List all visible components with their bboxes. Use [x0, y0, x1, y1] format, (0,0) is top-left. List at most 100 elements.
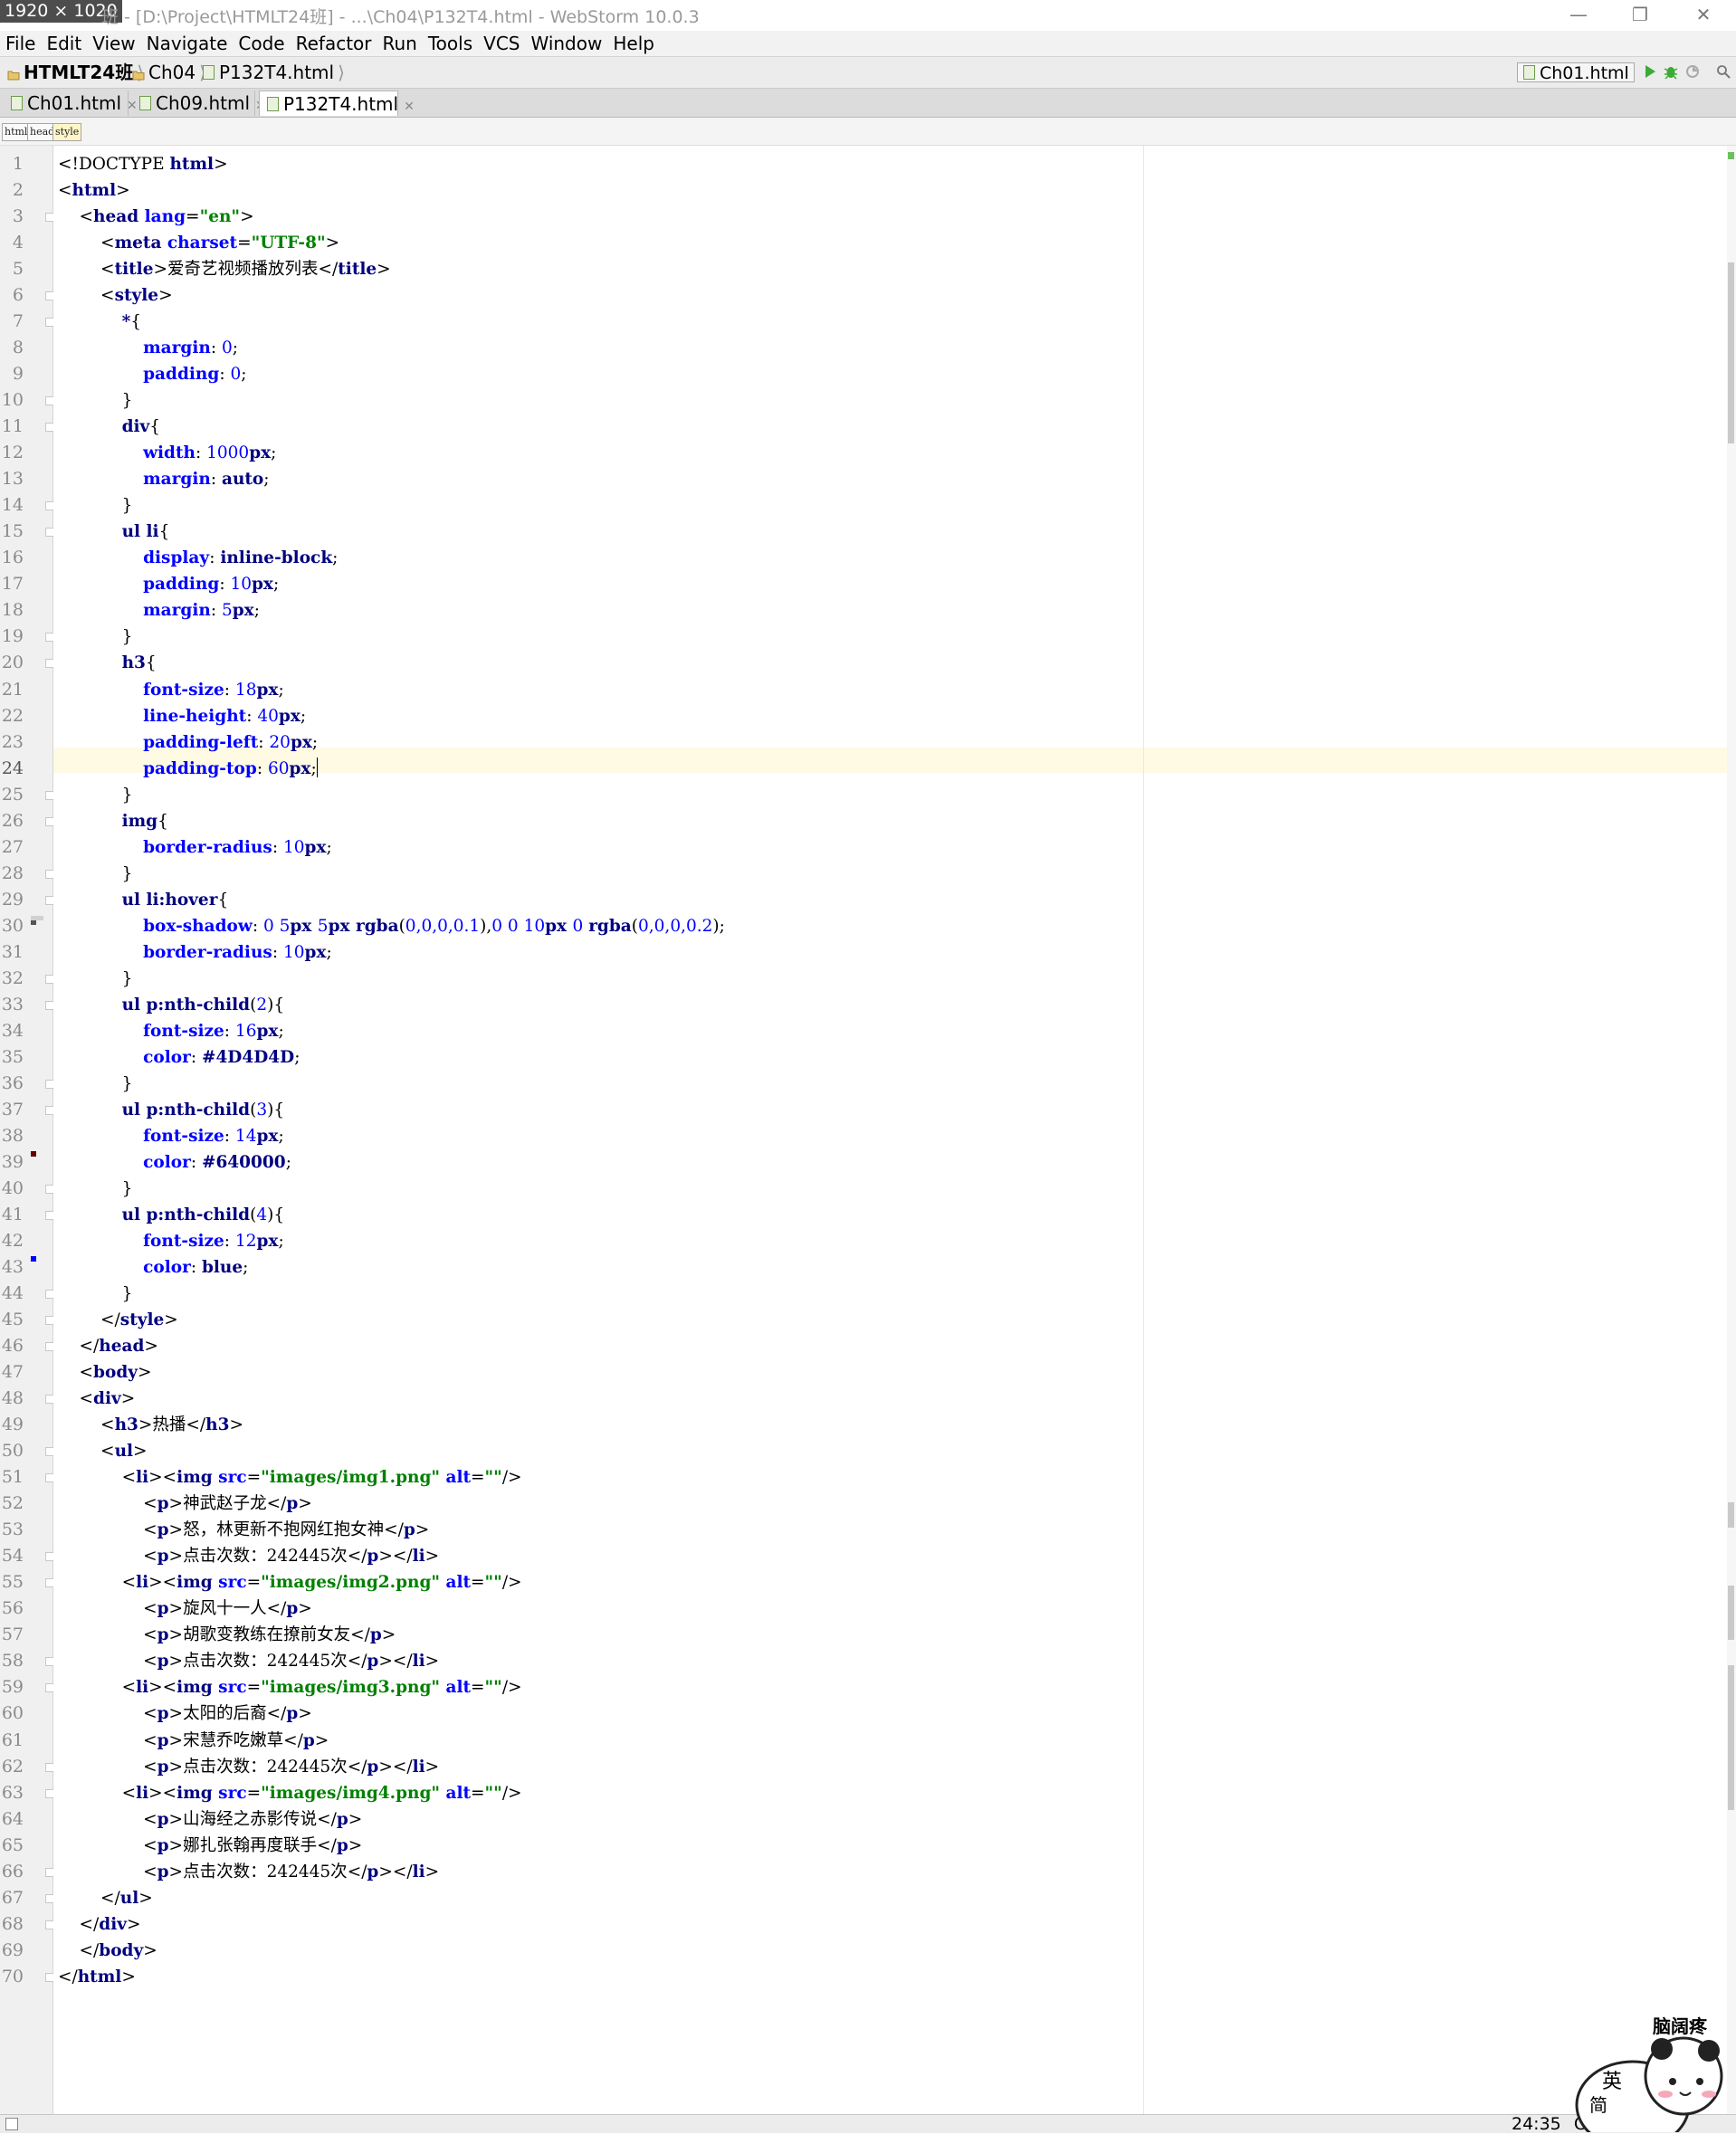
- code-line[interactable]: color: #4D4D4D;: [58, 1044, 300, 1071]
- code-line[interactable]: <p>点击次数：242445次</p></li>: [58, 1648, 439, 1674]
- code-line[interactable]: color: #640000;: [58, 1149, 291, 1176]
- breadcrumb-file[interactable]: P132T4.html ⟩: [203, 57, 345, 88]
- code-line[interactable]: font-size: 18px;: [58, 677, 284, 703]
- code-line[interactable]: <p>怒，林更新不抱网红抱女神</p>: [58, 1517, 429, 1543]
- code-line[interactable]: <p>太阳的后裔</p>: [58, 1701, 312, 1727]
- code-line[interactable]: <p>山海经之赤影传说</p>: [58, 1806, 362, 1833]
- code-line[interactable]: }: [58, 1176, 133, 1202]
- code-line[interactable]: color: blue;: [58, 1254, 248, 1281]
- menu-item-help[interactable]: Help: [607, 31, 660, 56]
- code-line[interactable]: }: [58, 387, 133, 414]
- code-line[interactable]: </div>: [58, 1911, 141, 1938]
- code-line[interactable]: box-shadow: 0 5px 5px rgba(0,0,0,0.1),0 …: [58, 913, 725, 939]
- breadcrumb-project[interactable]: HTMLT24班⟩: [7, 57, 144, 88]
- code-line[interactable]: ul p:nth-child(4){: [58, 1202, 285, 1228]
- code-line[interactable]: padding-top: 60px;: [58, 756, 318, 782]
- code-line[interactable]: </html>: [58, 1964, 136, 1990]
- code-line[interactable]: <li><img src="images/img4.png" alt=""/>: [58, 1780, 522, 1806]
- code-line[interactable]: </head>: [58, 1333, 158, 1359]
- restore-button[interactable]: ❐: [1613, 0, 1667, 29]
- code-line[interactable]: margin: 5px;: [58, 597, 260, 624]
- code-line[interactable]: <style>: [58, 282, 173, 309]
- code-line[interactable]: border-radius: 10px;: [58, 834, 332, 861]
- code-line[interactable]: }: [58, 1281, 133, 1307]
- menu-item-navigate[interactable]: Navigate: [141, 31, 234, 56]
- tab-p132t4[interactable]: P132T4.html ✕: [259, 91, 415, 116]
- code-line[interactable]: width: 1000px;: [58, 440, 276, 466]
- minimize-button[interactable]: —: [1551, 0, 1606, 29]
- code-line[interactable]: padding-left: 20px;: [58, 729, 318, 756]
- code-line[interactable]: ul li{: [58, 519, 170, 545]
- menu-item-view[interactable]: View: [87, 31, 140, 56]
- code-line[interactable]: padding: 10px;: [58, 571, 279, 597]
- caret-position[interactable]: 24:35: [1512, 2114, 1561, 2134]
- code-line[interactable]: img{: [58, 808, 168, 834]
- code-line[interactable]: }: [58, 966, 133, 992]
- tab-ch09[interactable]: Ch09.html✕: [132, 91, 266, 116]
- code-line[interactable]: <p>神武赵子龙</p>: [58, 1491, 312, 1517]
- code-line[interactable]: }: [58, 492, 133, 519]
- code-line[interactable]: h3{: [58, 650, 157, 676]
- menu-item-file[interactable]: File: [0, 31, 41, 56]
- menu-item-tools[interactable]: Tools: [423, 31, 478, 56]
- code-line[interactable]: <li><img src="images/img2.png" alt=""/>: [58, 1569, 522, 1596]
- code-line[interactable]: <html>: [58, 177, 130, 204]
- menu-item-vcs[interactable]: VCS: [478, 31, 525, 56]
- code-line[interactable]: *{: [58, 309, 141, 335]
- coverage-button[interactable]: [1685, 64, 1700, 82]
- search-button[interactable]: [1716, 64, 1731, 82]
- code-line[interactable]: ul li:hover{: [58, 887, 229, 913]
- code-line[interactable]: </body>: [58, 1938, 157, 1964]
- code-line[interactable]: }: [58, 1071, 133, 1097]
- ime-mode-indicator[interactable]: 简: [1589, 2091, 1607, 2117]
- code-line[interactable]: <p>宋慧乔吃嫩草</p>: [58, 1728, 329, 1754]
- code-line[interactable]: <p>点击次数：242445次</p></li>: [58, 1754, 439, 1780]
- tool-windows-icon[interactable]: [5, 2118, 18, 2130]
- code-line[interactable]: <div>: [58, 1386, 136, 1412]
- menu-item-refactor[interactable]: Refactor: [291, 31, 377, 56]
- code-line[interactable]: <p>旋风十一人</p>: [58, 1596, 312, 1622]
- code-line[interactable]: <meta charset="UTF-8">: [58, 230, 339, 256]
- tab-ch01[interactable]: Ch01.html ✕: [4, 91, 138, 116]
- code-line[interactable]: <head lang="en">: [58, 204, 254, 230]
- code-line[interactable]: }: [58, 624, 133, 650]
- code-line[interactable]: <title>爱奇艺视频播放列表</title>: [58, 256, 391, 282]
- code-line[interactable]: display: inline-block;: [58, 545, 338, 571]
- code-line[interactable]: <p>胡歌变教练在撩前女友</p>: [58, 1622, 396, 1648]
- code-line[interactable]: ul p:nth-child(2){: [58, 992, 285, 1018]
- menu-item-code[interactable]: Code: [233, 31, 290, 56]
- code-line[interactable]: <p>点击次数：242445次</p></li>: [58, 1543, 439, 1569]
- scrollbar-thumb[interactable]: [1728, 262, 1734, 443]
- code-line[interactable]: margin: auto;: [58, 466, 269, 492]
- code-line[interactable]: margin: 0;: [58, 335, 238, 361]
- menu-item-edit[interactable]: Edit: [41, 31, 87, 56]
- code-line[interactable]: font-size: 16px;: [58, 1018, 284, 1044]
- run-button[interactable]: [1644, 64, 1656, 82]
- menu-item-run[interactable]: Run: [377, 31, 423, 56]
- code-line[interactable]: <p>娜扎张翰再度联手</p>: [58, 1833, 362, 1859]
- code-line[interactable]: <ul>: [58, 1438, 148, 1464]
- code-line[interactable]: padding: 0;: [58, 361, 246, 387]
- code-line[interactable]: <li><img src="images/img3.png" alt=""/>: [58, 1674, 522, 1701]
- code-line[interactable]: <li><img src="images/img1.png" alt=""/>: [58, 1464, 522, 1491]
- breadcrumb-folder[interactable]: Ch04⟩: [132, 57, 206, 88]
- run-configuration-select[interactable]: Ch01.html ▾: [1517, 62, 1635, 101]
- debug-button[interactable]: [1664, 63, 1678, 83]
- tag-path-html[interactable]: html: [2, 123, 31, 141]
- menu-item-window[interactable]: Window: [525, 31, 607, 56]
- code-line[interactable]: <h3>热播</h3>: [58, 1412, 243, 1438]
- code-line[interactable]: </style>: [58, 1307, 178, 1333]
- code-line[interactable]: <!DOCTYPE html>: [58, 151, 228, 177]
- code-line[interactable]: }: [58, 782, 133, 808]
- code-line[interactable]: border-radius: 10px;: [58, 939, 332, 966]
- code-line[interactable]: line-height: 40px;: [58, 703, 306, 729]
- code-line[interactable]: </ul>: [58, 1885, 153, 1911]
- code-line[interactable]: }: [58, 861, 133, 887]
- code-line[interactable]: <body>: [58, 1359, 152, 1386]
- code-line[interactable]: font-size: 12px;: [58, 1228, 284, 1254]
- tag-path-style[interactable]: style: [52, 123, 82, 141]
- code-line[interactable]: ul p:nth-child(3){: [58, 1097, 285, 1123]
- code-line[interactable]: <p>点击次数：242445次</p></li>: [58, 1859, 439, 1885]
- code-line[interactable]: div{: [58, 414, 161, 440]
- tab-close-icon[interactable]: ✕: [404, 100, 415, 114]
